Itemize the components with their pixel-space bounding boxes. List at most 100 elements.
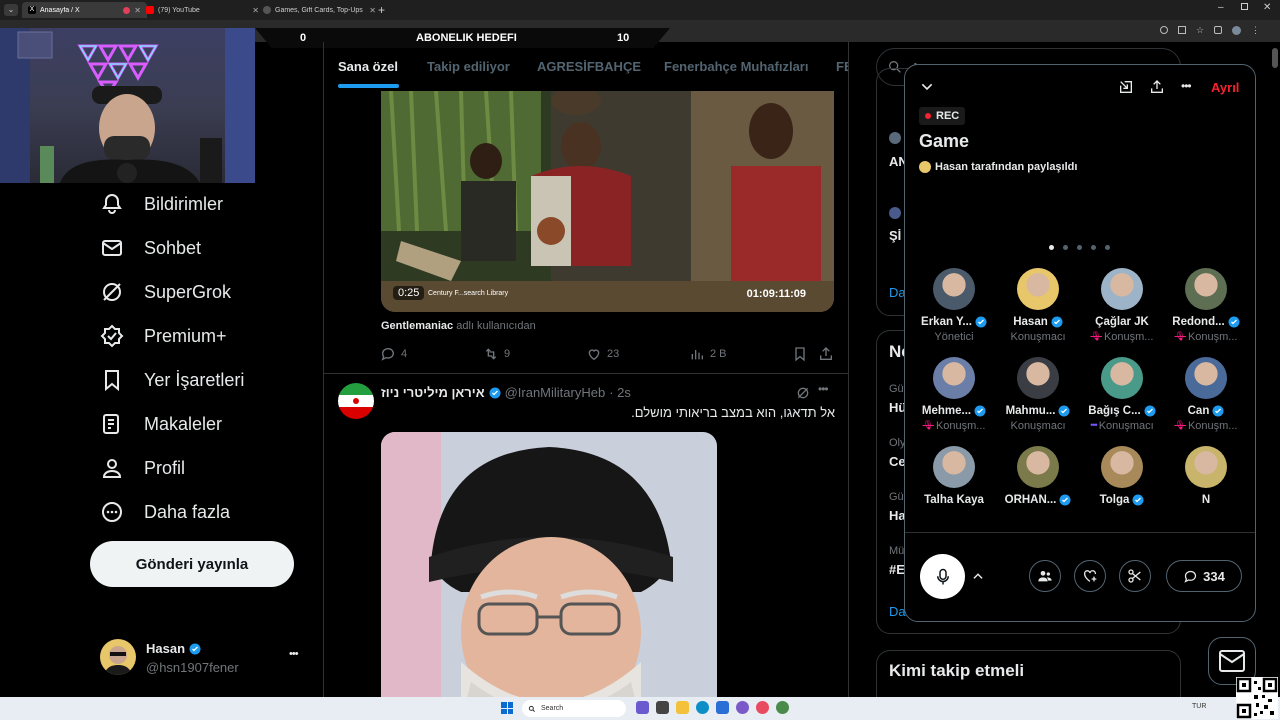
speaker[interactable]: Erkan Y... Yönetici (912, 268, 996, 343)
verified-badge-icon (1132, 494, 1144, 506)
tab-youtube[interactable]: (79) YouTube ✕ (140, 2, 265, 18)
nav-notifications[interactable]: Bildirimler (100, 189, 223, 219)
avatar[interactable] (100, 639, 136, 675)
page-dot[interactable] (1105, 245, 1110, 250)
speaker[interactable]: Mahmu... Konuşmacı (996, 357, 1080, 432)
clip-button[interactable] (1119, 560, 1151, 592)
page-dot[interactable] (1063, 245, 1068, 250)
nav-articles[interactable]: Makaleler (100, 409, 222, 439)
comments-button[interactable]: 334 (1166, 560, 1242, 592)
verified-badge-icon (975, 316, 987, 328)
app-icon[interactable] (756, 701, 769, 714)
share-icon[interactable] (818, 346, 834, 362)
store-icon[interactable] (716, 701, 729, 714)
page-dot[interactable] (1049, 245, 1054, 250)
speaker-name-row: Bağış C... (1080, 405, 1164, 417)
post-more-icon[interactable]: ••• (818, 382, 829, 396)
speaker[interactable]: Bağış C... ••• Konuşmacı (1080, 357, 1164, 432)
windows-start-icon[interactable] (501, 702, 513, 714)
tab-following[interactable]: Takip ediliyor (427, 59, 510, 74)
nav-chat[interactable]: Sohbet (100, 233, 201, 263)
views-button[interactable]: 2 B (689, 346, 727, 362)
video-watermark: Century F...search Library (428, 290, 509, 297)
post-button[interactable]: Gönderi yayınla (90, 541, 294, 587)
participants-button[interactable] (1029, 560, 1061, 592)
speaker[interactable]: Redond... 🎙 Konuşm... (1164, 268, 1248, 343)
maximize-button[interactable] (1241, 3, 1248, 10)
microphone-button[interactable] (920, 554, 965, 599)
profile-more-icon[interactable]: ••• (289, 648, 299, 660)
tab-community-fe[interactable]: FE (836, 59, 848, 74)
menu-dots-icon[interactable]: ⋮ (1251, 26, 1260, 36)
nav-profile[interactable]: Profil (100, 453, 185, 483)
bookmark-icon[interactable] (792, 346, 808, 362)
reply-button[interactable]: 4 (380, 346, 407, 362)
speaker[interactable]: N (1164, 446, 1248, 506)
keyboard-language[interactable]: TUR (1192, 703, 1206, 710)
extensions-icon[interactable] (1214, 26, 1223, 34)
nav-bookmarks[interactable]: Yer İşaretleri (100, 365, 244, 395)
muted-mic-icon: 🎙 (1090, 331, 1102, 341)
file-explorer-icon[interactable] (676, 701, 689, 714)
window-close-button[interactable]: ✕ (1263, 2, 1271, 13)
speaker-name: Can (1187, 405, 1210, 417)
speaker-role: Konuşmacı (1010, 331, 1066, 343)
star-icon[interactable]: ☆ (1196, 26, 1204, 36)
chevron-down-icon[interactable] (919, 79, 935, 95)
video-source-user[interactable]: Gentlemaniac (381, 320, 453, 332)
speaker[interactable]: Talha Kaya (912, 446, 996, 506)
tab-community-muhafizlari[interactable]: Fenerbahçe Muhafızları (664, 59, 808, 74)
trend-snippet[interactable]: Şİ (889, 228, 901, 243)
more-options-icon[interactable]: ••• (1181, 79, 1192, 93)
zoom-icon[interactable] (1160, 26, 1168, 34)
tab-close-icon[interactable]: ✕ (369, 6, 376, 15)
news-headline[interactable]: #E (889, 562, 905, 577)
nav-premium[interactable]: Premium+ (100, 321, 227, 351)
page-dot[interactable] (1091, 245, 1096, 250)
speaker[interactable]: Can 🎙 Konuşm... (1164, 357, 1248, 432)
react-button[interactable] (1074, 560, 1106, 592)
chrome-icon[interactable] (776, 701, 789, 714)
page-scrollbar[interactable] (1272, 48, 1278, 68)
post-author-handle[interactable]: @IranMilitaryHeb (505, 385, 606, 400)
tab-for-you[interactable]: Sana özel (338, 59, 398, 74)
page-dot[interactable] (1077, 245, 1082, 250)
share-icon[interactable] (1177, 26, 1186, 34)
speaker[interactable]: ORHAN... (996, 446, 1080, 506)
like-button[interactable]: 23 (586, 346, 619, 362)
speaker[interactable]: Mehme... 🎙 Konuşm... (912, 357, 996, 432)
speaker[interactable]: Çağlar JK 🎙 Konuşm... (1080, 268, 1164, 343)
grok-icon[interactable] (795, 385, 811, 401)
chevron-up-icon[interactable] (971, 569, 985, 583)
share-icon[interactable] (1149, 79, 1165, 95)
minimize-dock-icon[interactable] (1118, 79, 1134, 95)
leave-button[interactable]: Ayrıl (1211, 80, 1239, 95)
post-author-name[interactable]: איראן מיליטרי ניוז (381, 385, 485, 400)
browser-tab-bar: ⌄ X Anasayfa / X ✕ (79) YouTube ✕ Games,… (0, 0, 1280, 20)
nav-more[interactable]: Daha fazla (100, 497, 230, 527)
nav-label: Yer İşaretleri (144, 369, 245, 390)
comment-count: 334 (1203, 568, 1225, 584)
edge-icon[interactable] (696, 701, 709, 714)
post-image[interactable] (381, 432, 717, 697)
tab-list-chevron-icon[interactable]: ⌄ (4, 4, 18, 16)
speaker[interactable]: Tolga (1080, 446, 1164, 506)
task-view-icon[interactable] (656, 701, 669, 714)
post-avatar[interactable] (338, 383, 374, 419)
profile-avatar-icon[interactable] (1232, 26, 1241, 35)
speaker[interactable]: Hasan Konuşmacı (996, 268, 1080, 343)
copilot-icon[interactable] (636, 701, 649, 714)
tab-community-agresifbahce[interactable]: AGRESİFBAHÇE (537, 59, 641, 74)
subscription-current: 0 (300, 32, 307, 44)
video-player[interactable]: 0:25 Century F...search Library 01:09:11… (381, 91, 834, 312)
profile-name-row[interactable]: Hasan (146, 641, 201, 656)
muted-mic-icon: 🎙 (1174, 331, 1186, 341)
minimize-button[interactable]: – (1218, 2, 1224, 13)
taskbar-search[interactable]: Search (522, 700, 626, 717)
new-tab-button[interactable]: + (378, 3, 385, 17)
nav-supergrok[interactable]: SuperGrok (100, 277, 231, 307)
tab-x-home[interactable]: X Anasayfa / X ✕ (22, 2, 147, 18)
app-icon[interactable] (736, 701, 749, 714)
tab-games[interactable]: Games, Gift Cards, Top-Ups & M... ✕ (257, 2, 382, 18)
repost-button[interactable]: 9 (483, 346, 510, 362)
